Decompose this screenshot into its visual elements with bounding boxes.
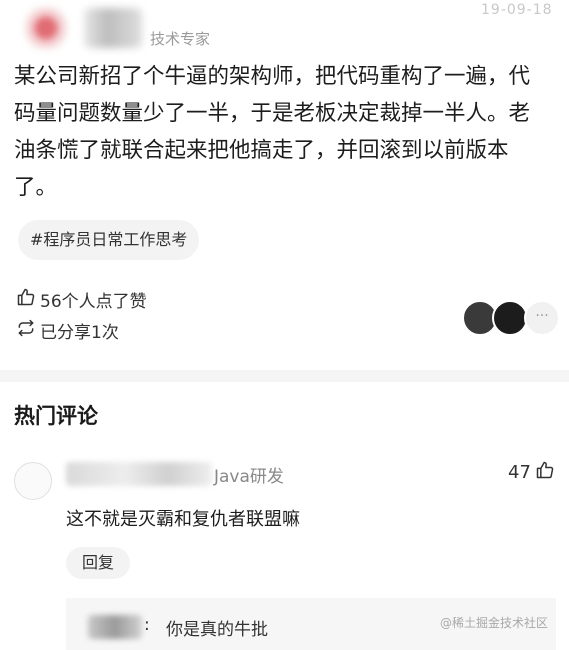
liker-avatars[interactable]: ··· (462, 300, 560, 336)
sub-reply-colon: : (144, 615, 150, 635)
topic-tag[interactable]: #程序员日常工作思考 (18, 220, 200, 260)
likes-summary[interactable]: 56个人点了赞 (16, 287, 147, 312)
shares-summary[interactable]: 已分享1次 (16, 318, 119, 343)
watermark: @稀土掘金技术社区 (440, 616, 549, 630)
likes-count-text: 56个人点了赞 (40, 292, 147, 312)
thumbs-up-icon (535, 460, 555, 485)
share-icon (16, 318, 36, 343)
author-avatar[interactable] (24, 6, 68, 50)
comment-like-button[interactable]: 47 (508, 460, 555, 485)
reply-button[interactable]: 回复 (66, 547, 131, 579)
comment-text: 这不就是灭霸和复仇者联盟嘛 (66, 509, 300, 530)
commenter-role: Java研发 (214, 467, 284, 487)
section-divider (0, 370, 569, 382)
comment-like-count: 47 (508, 462, 531, 483)
post-date: 19-09-18 (481, 2, 553, 18)
sub-reply-author-blurred[interactable] (88, 615, 142, 639)
more-likers-button[interactable]: ··· (524, 300, 560, 336)
post-content: 某公司新招了个牛逼的架构师，把代码重构了一遍，代码量问题数量少了一半，于是老板决… (14, 64, 531, 200)
commenter-name-blurred[interactable] (66, 462, 212, 486)
liker-avatar[interactable] (492, 300, 528, 336)
thumbs-up-icon (16, 287, 36, 312)
hot-comments-title: 热门评论 (14, 404, 98, 428)
commenter-avatar[interactable] (14, 462, 52, 500)
author-name-blurred[interactable] (84, 8, 142, 48)
author-role: 技术专家 (150, 30, 211, 48)
shares-count-text: 已分享1次 (40, 323, 119, 343)
sub-reply-text: 你是真的牛批 (166, 620, 268, 640)
